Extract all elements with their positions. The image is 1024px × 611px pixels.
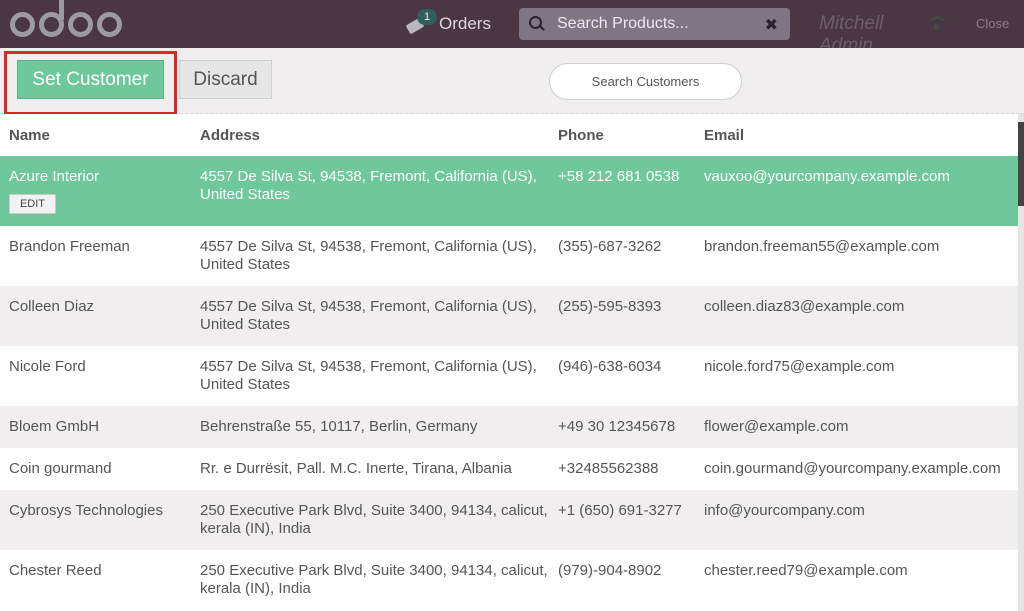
customer-email: chester.reed79@example.com [704, 562, 908, 579]
table-row[interactable]: Chester Reed 250 Executive Park Blvd, Su… [0, 550, 1018, 611]
customer-actions-bar: Set Customer Discard [0, 48, 1024, 115]
table-row[interactable]: Azure Interior EDIT 4557 De Silva St, 94… [0, 156, 1018, 226]
logo-letter-o [68, 11, 93, 37]
customer-address: 250 Executive Park Blvd, Suite 3400, 941… [200, 562, 548, 597]
customer-address: Rr. e Durrësit, Pall. M.C. Inerte, Tiran… [200, 460, 512, 477]
column-header-name: Name [9, 126, 50, 144]
orders-button[interactable]: 1 Orders [405, 9, 491, 38]
set-customer-button[interactable]: Set Customer [17, 60, 164, 99]
table-row[interactable]: Colleen Diaz 4557 De Silva St, 94538, Fr… [0, 286, 1018, 346]
orders-count-badge: 1 [417, 9, 437, 25]
customer-email: coin.gourmand@yourcompany.example.com [704, 460, 1001, 477]
table-row[interactable]: Cybrosys Technologies 250 Executive Park… [0, 490, 1018, 550]
edit-customer-button[interactable]: EDIT [9, 194, 56, 214]
customer-name: Azure Interior [9, 168, 100, 185]
customer-email: colleen.diaz83@example.com [704, 298, 905, 315]
customer-table: Name Address Phone Email Azure Interior … [0, 114, 1018, 611]
close-button[interactable]: Close [976, 16, 1009, 31]
customer-name-cell: Azure Interior EDIT [0, 156, 191, 226]
customer-address: 4557 De Silva St, 94538, Fremont, Califo… [200, 298, 537, 333]
table-row[interactable]: Brandon Freeman 4557 De Silva St, 94538,… [0, 226, 1018, 286]
customer-address: 4557 De Silva St, 94538, Fremont, Califo… [200, 358, 537, 393]
customer-phone: +58 212 681 0538 [558, 168, 680, 185]
table-row[interactable]: Nicole Ford 4557 De Silva St, 94538, Fre… [0, 346, 1018, 406]
customer-name: Coin gourmand [9, 460, 112, 477]
customer-phone: (355)-687-3262 [558, 238, 662, 255]
customer-name: Cybrosys Technologies [9, 502, 163, 519]
customer-phone: +32485562388 [558, 460, 659, 477]
product-search-input[interactable] [557, 15, 757, 33]
customer-address: Behrenstraße 55, 10117, Berlin, Germany [200, 418, 478, 435]
table-header: Name Address Phone Email [0, 114, 1018, 156]
customer-phone: +49 30 12345678 [558, 418, 676, 435]
clear-search-icon[interactable]: ✖ [765, 15, 778, 35]
top-bar: 1 Orders ✖ Mitchell Admin Close [0, 0, 1024, 48]
customer-address: 250 Executive Park Blvd, Suite 3400, 941… [200, 502, 548, 537]
scrollbar[interactable] [1018, 114, 1024, 611]
column-header-email: Email [704, 126, 745, 144]
column-header-phone: Phone [558, 126, 604, 144]
user-name: Mitchell Admin [819, 13, 884, 48]
search-icon [529, 16, 545, 32]
customer-email: info@yourcompany.com [704, 502, 865, 519]
discard-button[interactable]: Discard [179, 60, 272, 99]
orders-label: Orders [439, 14, 491, 33]
odoo-logo [10, 0, 126, 45]
customer-name: Nicole Ford [9, 358, 86, 375]
product-search-box: ✖ [519, 8, 790, 40]
logo-letter-o [97, 11, 122, 37]
customer-phone: (255)-595-8393 [558, 298, 662, 315]
customer-phone: (979)-904-8902 [558, 562, 662, 579]
customer-email: nicole.ford75@example.com [704, 358, 895, 375]
table-row[interactable]: Coin gourmand Rr. e Durrësit, Pall. M.C.… [0, 448, 1018, 490]
customer-address: 4557 De Silva St, 94538, Fremont, Califo… [200, 238, 537, 273]
column-header-address: Address [200, 126, 261, 144]
customer-email: flower@example.com [704, 418, 849, 435]
customer-name: Bloem GmbH [9, 418, 100, 435]
table-row[interactable]: Bloem GmbH Behrenstraße 55, 10117, Berli… [0, 406, 1018, 448]
customer-search-input[interactable] [549, 63, 742, 100]
customer-phone: (946)-638-6034 [558, 358, 662, 375]
customer-email: brandon.freeman55@example.com [704, 238, 940, 255]
customer-address: 4557 De Silva St, 94538, Fremont, Califo… [200, 168, 537, 203]
customer-name: Chester Reed [9, 562, 102, 579]
customer-phone: +1 (650) 691-3277 [558, 502, 682, 519]
customer-name: Colleen Diaz [9, 298, 95, 315]
customer-name: Brandon Freeman [9, 238, 130, 255]
customer-email: vauxoo@yourcompany.example.com [704, 168, 950, 185]
scrollbar-thumb[interactable] [1018, 122, 1024, 206]
logo-letter-d [39, 0, 64, 37]
ticket-icon: 1 [405, 9, 437, 36]
logo-letter-o [10, 11, 35, 37]
wifi-icon [928, 16, 946, 30]
